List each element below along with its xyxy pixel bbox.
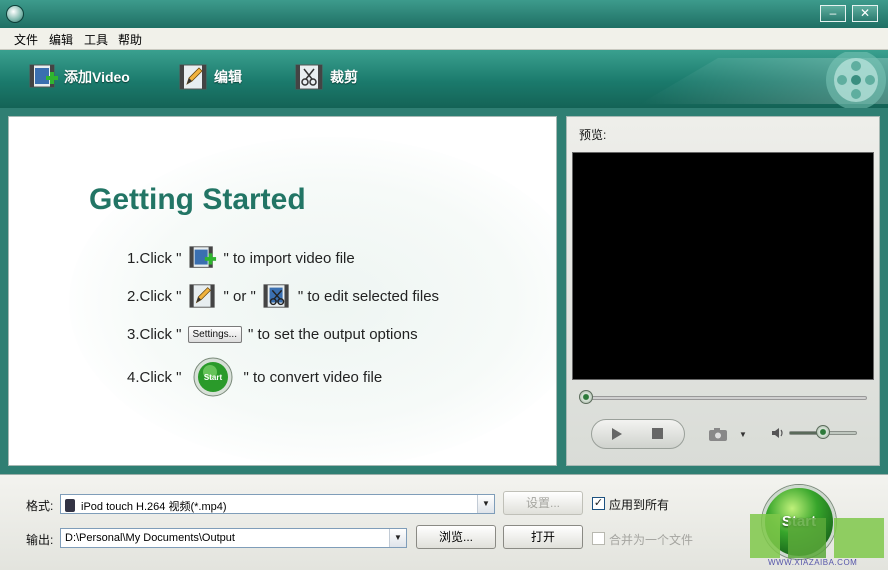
step-1: 1.Click " " to import video file xyxy=(127,243,355,273)
step-3: 3.Click " Settings... " to set the outpu… xyxy=(127,319,418,349)
play-icon[interactable] xyxy=(610,427,624,441)
menu-tools[interactable]: 工具 xyxy=(84,31,108,48)
output-label: 输出: xyxy=(26,533,54,547)
crop-icon xyxy=(263,284,289,308)
check-icon: ✓ xyxy=(593,497,604,509)
step-4: 4.Click " Start " to convert video file xyxy=(127,357,382,397)
menu-edit[interactable]: 编辑 xyxy=(49,31,73,48)
step-4-prefix: 4.Click " xyxy=(127,368,182,386)
output-path-select[interactable]: D:\Personal\My Documents\Output ▼ xyxy=(60,528,407,548)
edit-button[interactable]: 编辑 xyxy=(178,60,242,94)
apply-all-checkbox[interactable]: ✓ xyxy=(592,497,605,510)
edit-icon xyxy=(179,64,207,90)
minimize-button[interactable]: – xyxy=(820,5,846,22)
camera-icon[interactable] xyxy=(709,428,727,441)
merge-checkbox[interactable] xyxy=(592,532,605,545)
edit-label: 编辑 xyxy=(214,69,242,85)
volume-slider-handle[interactable] xyxy=(816,425,830,439)
title-bar: – ✕ xyxy=(0,0,888,28)
format-select[interactable]: iPod touch H.264 视频(*.mp4) ▼ xyxy=(60,494,495,514)
start-icon: Start xyxy=(193,357,232,397)
step-3-prefix: 3.Click " xyxy=(127,325,182,343)
browse-button[interactable]: 浏览... xyxy=(416,525,496,549)
preview-screen xyxy=(572,152,874,380)
start-mini-label: Start xyxy=(203,373,222,382)
settings-button[interactable]: 设置... xyxy=(503,491,583,515)
merge-label: 合并为一个文件 xyxy=(609,533,694,547)
hd-video-icon xyxy=(6,5,24,23)
step-4-suffix: " to convert video file xyxy=(243,368,383,386)
film-reel-icon xyxy=(826,52,886,108)
watermark-text: WWW.XIAZAIBA.COM xyxy=(768,558,858,567)
preview-label: 预览: xyxy=(579,128,607,142)
menu-file[interactable]: 文件 xyxy=(14,31,38,48)
close-button[interactable]: ✕ xyxy=(852,5,878,22)
toolbar: 添加Video 编辑 裁剪 xyxy=(0,50,888,108)
progress-slider-handle[interactable] xyxy=(579,390,593,404)
step-1-prefix: 1.Click " xyxy=(127,249,182,267)
format-value: iPod touch H.264 视频(*.mp4) xyxy=(81,501,227,513)
step-2-mid: " or " xyxy=(223,287,256,305)
chevron-down-icon[interactable]: ▼ xyxy=(739,430,747,439)
edit-icon xyxy=(188,284,215,308)
crop-icon xyxy=(295,64,323,90)
settings-mini-button: Settings... xyxy=(187,325,242,343)
format-label: 格式: xyxy=(26,499,54,513)
preview-panel: 预览: ▼ xyxy=(566,116,880,466)
apply-all-label: 应用到所有 xyxy=(609,498,670,512)
step-2-suffix: " to edit selected files xyxy=(297,287,440,305)
chevron-down-icon[interactable]: ▼ xyxy=(389,529,406,547)
ipod-icon xyxy=(65,499,75,512)
volume-icon[interactable] xyxy=(771,426,785,440)
add-video-button[interactable]: 添加Video xyxy=(28,60,130,94)
getting-started-title: Getting Started xyxy=(89,183,306,216)
chevron-down-icon[interactable]: ▼ xyxy=(477,495,494,513)
step-2-prefix: 2.Click " xyxy=(127,287,182,305)
getting-started-panel: Getting Started 1.Click " " to import vi… xyxy=(8,116,557,466)
output-path-value: D:\Personal\My Documents\Output xyxy=(65,532,235,544)
playback-controls xyxy=(591,419,685,449)
step-3-suffix: " to set the output options xyxy=(247,325,418,343)
menu-bar: 文件 编辑 工具 帮助 xyxy=(0,28,888,50)
step-1-suffix: " to import video file xyxy=(223,249,355,267)
open-button[interactable]: 打开 xyxy=(503,525,583,549)
menu-help[interactable]: 帮助 xyxy=(118,31,142,48)
progress-track[interactable] xyxy=(581,396,867,400)
step-2: 2.Click " " or " " to edit selected file… xyxy=(127,281,439,311)
stop-icon[interactable] xyxy=(652,428,663,439)
crop-button[interactable]: 裁剪 xyxy=(294,60,358,94)
crop-label: 裁剪 xyxy=(330,69,358,85)
add-video-label: 添加Video xyxy=(64,69,130,85)
add-video-icon xyxy=(29,64,58,88)
add-video-icon xyxy=(188,246,216,268)
